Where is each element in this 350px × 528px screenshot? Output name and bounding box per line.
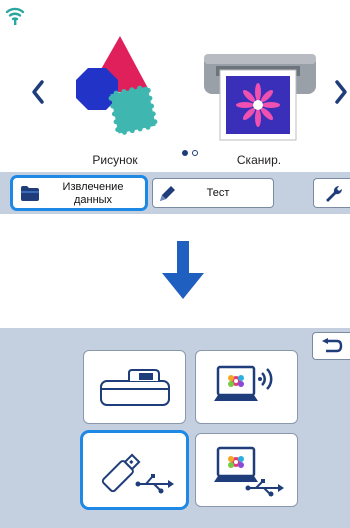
previous-arrow-button[interactable] xyxy=(28,72,50,112)
carousel-item-scan[interactable] xyxy=(200,40,320,148)
chevron-right-icon xyxy=(335,80,347,104)
wrench-icon xyxy=(326,185,343,202)
scan-label: Сканир. xyxy=(236,153,282,167)
data-retrieval-label-line1: Извлечение xyxy=(62,181,124,193)
machine-memory-tile[interactable] xyxy=(83,350,186,424)
wifi-icon xyxy=(5,7,25,25)
return-arrow-icon xyxy=(322,338,343,353)
arrow-down-icon xyxy=(162,241,204,299)
pen-icon xyxy=(160,186,175,201)
page-dot-active xyxy=(182,150,188,156)
scanner-icon xyxy=(204,54,316,141)
usb-computer-icon xyxy=(214,446,284,497)
usb-flash-drive-tile[interactable] xyxy=(83,433,186,507)
data-retrieval-button[interactable]: Извлечение данных xyxy=(13,178,145,208)
usb-computer-tile[interactable] xyxy=(195,433,298,507)
pattern-shapes-icon xyxy=(76,36,158,135)
folder-icon xyxy=(21,186,39,201)
page-indicator xyxy=(180,150,204,158)
settings-button[interactable] xyxy=(313,178,350,208)
carousel-item-pattern[interactable] xyxy=(62,30,168,150)
machine-memory-icon xyxy=(100,369,170,406)
pattern-label: Рисунок xyxy=(92,153,138,167)
next-arrow-button[interactable] xyxy=(329,72,350,112)
data-retrieval-label-line2: данных xyxy=(73,194,113,206)
wireless-computer-icon xyxy=(214,365,273,401)
wireless-computer-tile[interactable] xyxy=(195,350,298,424)
chevron-left-icon xyxy=(32,80,44,104)
test-button[interactable]: Тест xyxy=(152,178,274,208)
test-label: Тест xyxy=(206,187,230,199)
back-button[interactable] xyxy=(312,332,350,360)
usb-flash-drive-icon xyxy=(101,453,174,494)
page-dot xyxy=(192,150,198,156)
